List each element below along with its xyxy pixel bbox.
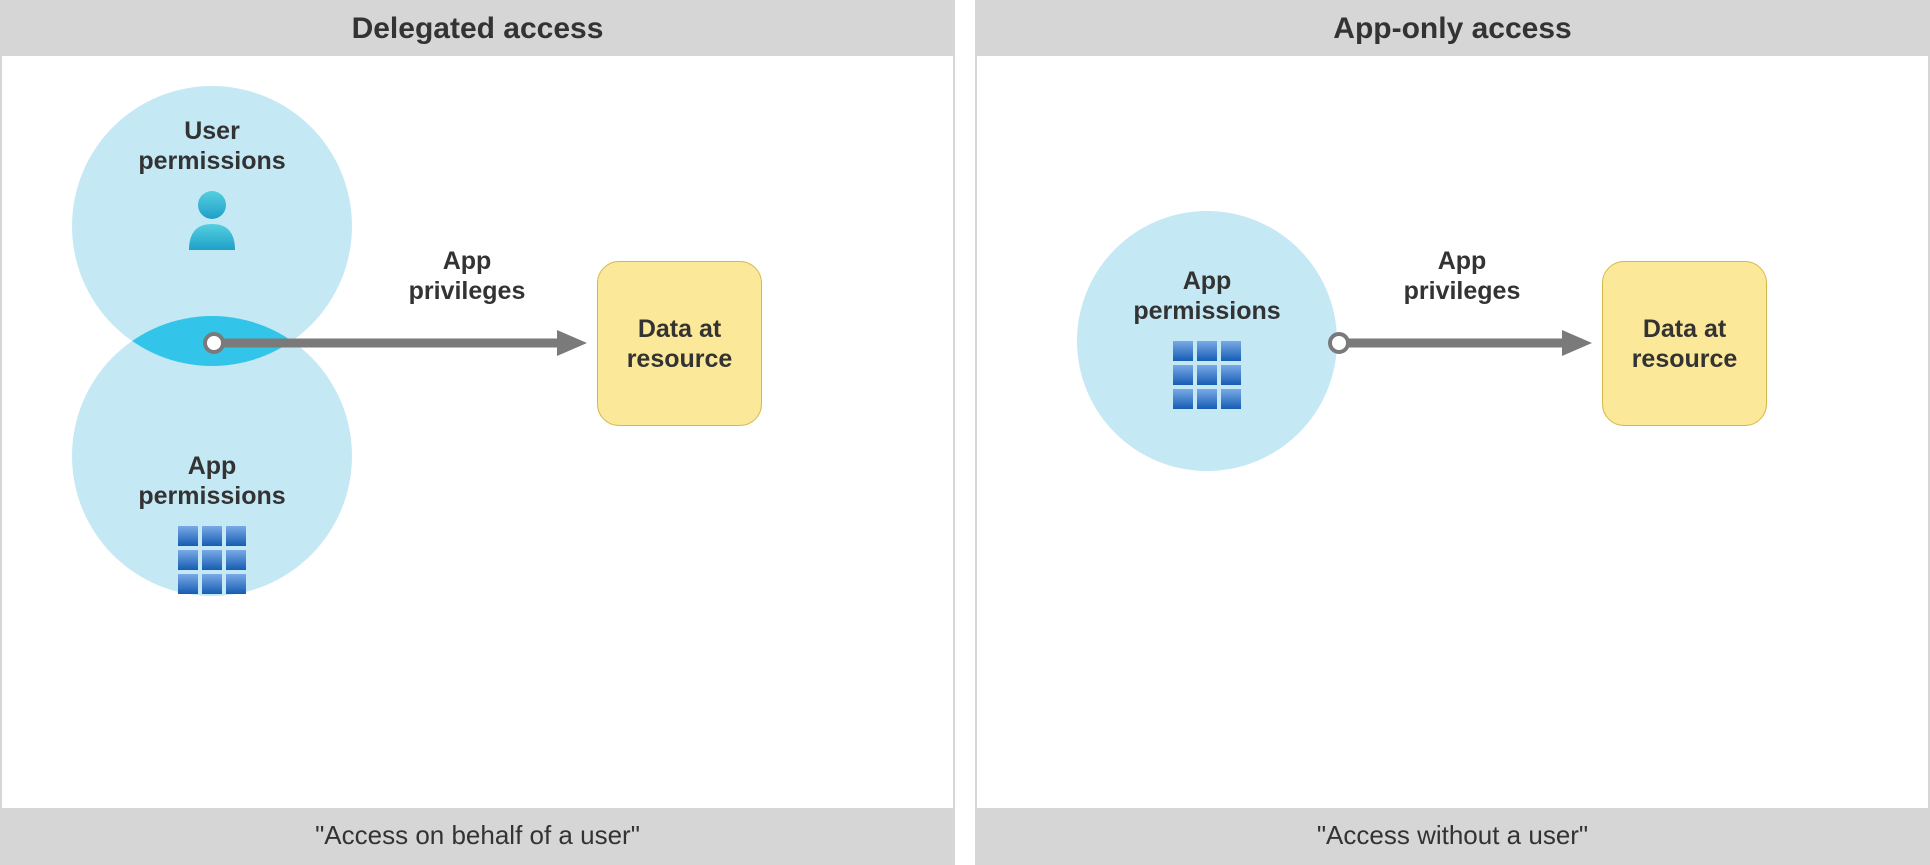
panel-footer-right: "Access without a user" [977, 808, 1928, 863]
arrow-label-left: App privileges [387, 246, 547, 306]
app-permissions-circle-left: App permissions [72, 451, 352, 599]
app-perm-right-label-2: permissions [1133, 297, 1280, 325]
app-perm-right-label-1: App [1183, 267, 1232, 295]
data-resource-box-left: Data at resource [597, 261, 762, 426]
app-permissions-content-right: App permissions [1077, 266, 1337, 414]
data-resource-box-right: Data at resource [1602, 261, 1767, 426]
app-grid-icon [178, 526, 246, 599]
panel-title-left: Delegated access [2, 2, 953, 56]
delegated-access-panel: Delegated access User permissions [0, 0, 955, 865]
panel-footer-left: "Access on behalf of a user" [2, 808, 953, 863]
app-grid-icon [1173, 341, 1241, 414]
arrow-label-right: App privileges [1382, 246, 1542, 306]
panel-title-right: App-only access [977, 2, 1928, 56]
app-only-access-panel: App-only access App permissions [975, 0, 1930, 865]
app-perm-label-2: permissions [138, 482, 285, 510]
user-icon [183, 188, 241, 255]
panel-body-right: App permissions [977, 56, 1928, 808]
arrow-icon [202, 328, 592, 358]
app-perm-label-1: App [188, 452, 237, 480]
arrow-icon [1327, 328, 1597, 358]
user-perm-label-1: User [184, 117, 240, 145]
panel-body-left: User permissions App [2, 56, 953, 808]
user-perm-label-2: permissions [138, 147, 285, 175]
user-permissions-circle: User permissions [72, 116, 352, 255]
